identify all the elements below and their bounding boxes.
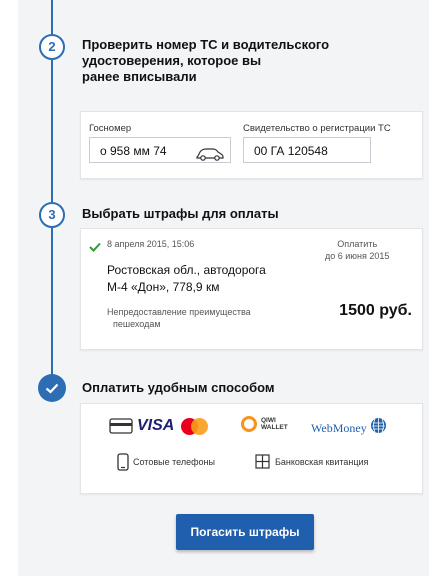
- timeline-line: [51, 58, 53, 202]
- pay-until-line: до 6 июня 2015: [325, 251, 390, 261]
- step-3-circle: 3: [39, 202, 65, 228]
- step-title-line: удостоверения, которое вы: [82, 53, 262, 68]
- violation-line: Непредоставление преимущества: [107, 307, 251, 317]
- webmoney-logo[interactable]: WebMoney: [311, 417, 387, 439]
- step-number: 3: [48, 207, 56, 222]
- timeline-line: [51, 226, 53, 376]
- vehicle-card: Госномер о 958 мм 74 Свидетельство о рег…: [80, 111, 423, 179]
- payment-card: VISA QIWI WALLET WebMoney Сотовые телефо…: [80, 403, 423, 494]
- step-4-title: Оплатить удобным способом: [82, 380, 275, 395]
- receipt-icon[interactable]: [255, 454, 270, 474]
- step-title-line: ранее вписывали: [82, 69, 197, 84]
- visa-logo[interactable]: VISA: [137, 417, 174, 435]
- plate-label: Госномер: [89, 123, 132, 134]
- plate-value: о 958 мм 74: [100, 144, 167, 158]
- qiwi-icon: [241, 416, 257, 432]
- registration-value: 00 ГА 120548: [254, 144, 328, 158]
- pay-until-line: Оплатить: [337, 239, 378, 249]
- webmoney-globe-icon: [370, 417, 387, 439]
- mastercard-orange-circle: [191, 418, 208, 435]
- qiwi-line: QIWI: [261, 417, 276, 424]
- fine-location: Ростовская обл., автодорога М-4 «Дон», 7…: [107, 262, 266, 296]
- registration-field[interactable]: 00 ГА 120548: [243, 137, 371, 163]
- mastercard-logo[interactable]: [181, 418, 209, 435]
- plate-field[interactable]: о 958 мм 74: [89, 137, 231, 163]
- fine-violation: Непредоставление преимущества пешеходам: [107, 306, 251, 330]
- registration-label: Свидетельство о регистрации ТС: [243, 123, 391, 134]
- qiwi-text: QIWI WALLET: [261, 417, 288, 431]
- pay-fines-button[interactable]: Погасить штрафы: [176, 514, 314, 550]
- step-number: 2: [48, 39, 56, 54]
- location-line: Ростовская обл., автодорога: [107, 263, 266, 277]
- pay-until: Оплатить до 6 июня 2015: [325, 238, 389, 262]
- timeline-line: [51, 0, 53, 34]
- step-4-check: [38, 374, 66, 402]
- qiwi-line: WALLET: [261, 424, 288, 431]
- webmoney-text: WebMoney: [311, 420, 367, 435]
- qiwi-logo[interactable]: QIWI WALLET: [241, 416, 288, 432]
- check-icon: [89, 239, 101, 257]
- location-line: М-4 «Дон», 778,9 км: [107, 280, 220, 294]
- phones-label[interactable]: Сотовые телефоны: [133, 457, 215, 467]
- step-3-title: Выбрать штрафы для оплаты: [82, 206, 279, 221]
- step-title-line: Проверить номер ТС и водительского: [82, 37, 330, 52]
- violation-line: пешеходам: [113, 319, 161, 329]
- step-2-title: Проверить номер ТС и водительского удост…: [82, 37, 329, 85]
- fine-card[interactable]: 8 апреля 2015, 15:06 Оплатить до 6 июня …: [80, 228, 423, 350]
- phone-icon[interactable]: [117, 453, 129, 476]
- bank-card-icon[interactable]: [109, 418, 133, 439]
- bank-receipt-label[interactable]: Банковская квитанция: [275, 457, 368, 467]
- car-icon: [196, 144, 224, 170]
- step-2-circle: 2: [39, 34, 65, 60]
- checkmark-icon: [45, 383, 59, 394]
- fine-date: 8 апреля 2015, 15:06: [107, 239, 195, 249]
- fine-amount: 1500 руб.: [339, 302, 412, 319]
